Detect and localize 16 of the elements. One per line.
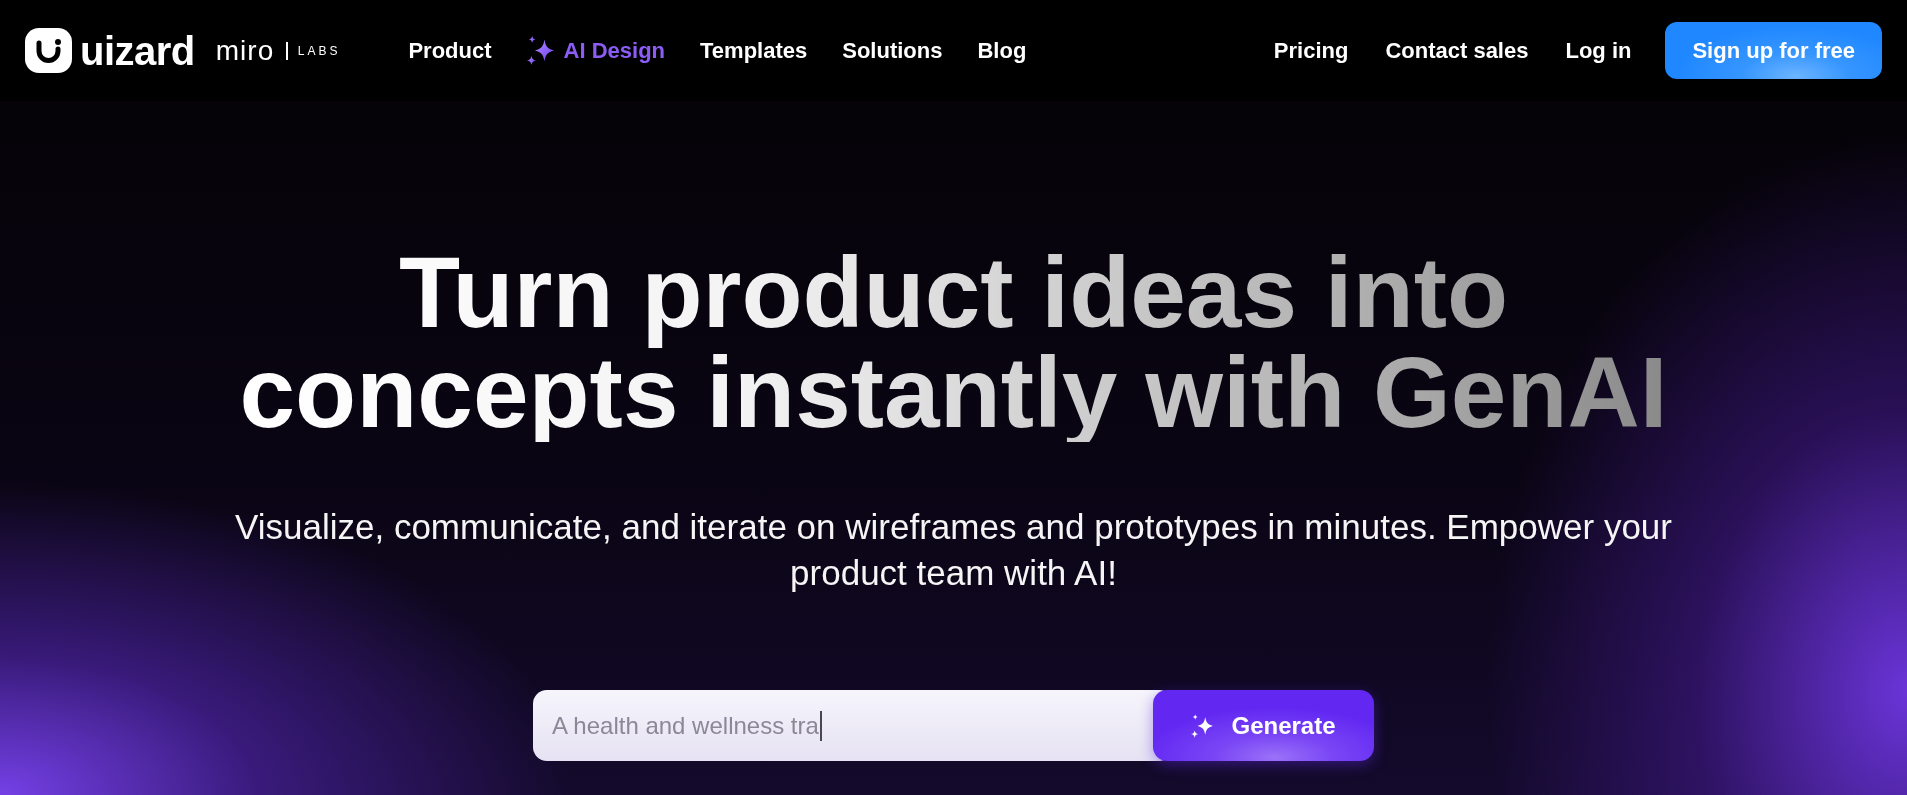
partner-name: miro — [215, 34, 275, 67]
logo-icon[interactable] — [25, 28, 72, 73]
brand-name: uizard — [80, 28, 195, 73]
generate-button[interactable]: Generate — [1153, 690, 1374, 761]
sparkle-icon — [526, 36, 554, 65]
nav-link[interactable]: Product — [408, 36, 492, 65]
nav-link[interactable]: AI Design — [526, 36, 666, 65]
nav-link[interactable]: Log in — [1565, 36, 1632, 65]
nav-link[interactable]: Pricing — [1273, 36, 1349, 65]
sparkle-icon — [1191, 713, 1214, 738]
partner-tag: LABS — [297, 42, 341, 59]
nav-link[interactable]: Contact sales — [1385, 36, 1529, 65]
nav-link[interactable]: Templates — [700, 36, 808, 65]
hero-subtitle: Visualize, communicate, and iterate on wireframes and prototypes in minutes. Empower your product team with AI! — [234, 506, 1673, 594]
nav-link[interactable]: Solutions — [842, 36, 943, 65]
nav-link[interactable]: Blog — [977, 36, 1027, 65]
